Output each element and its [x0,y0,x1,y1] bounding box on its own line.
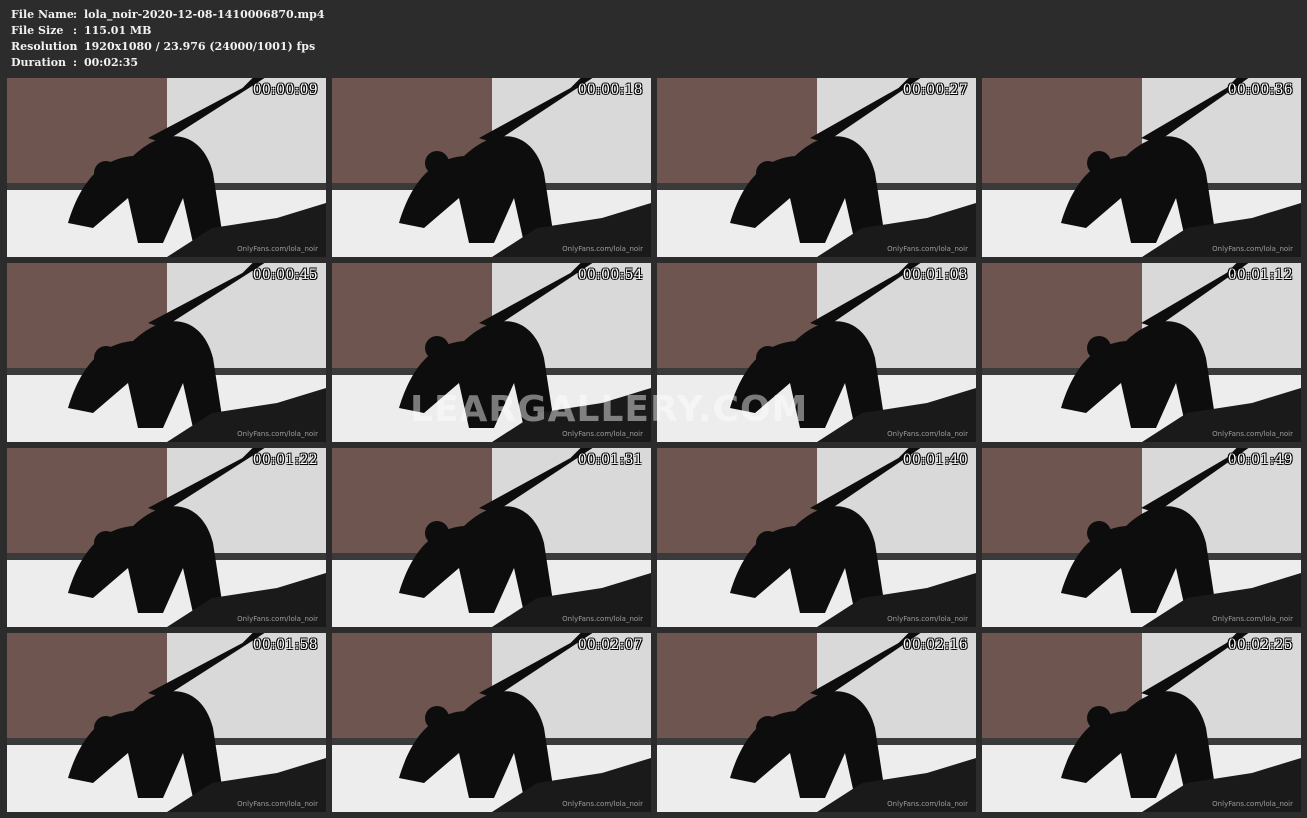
info-value: 00:02:35 [84,56,139,69]
thumbnail-watermark: OnlyFans.com/lola_noir [887,245,968,253]
video-thumbnail: 00:00:45 OnlyFans.com/lola_noir [7,263,326,442]
thumbnail-timestamp: 00:00:36 [1227,82,1293,98]
video-thumbnail: 00:00:27 OnlyFans.com/lola_noir [657,78,976,257]
video-thumbnail: 00:00:36 OnlyFans.com/lola_noir [982,78,1301,257]
info-value: 115.01 MB [84,24,152,37]
video-thumbnail: 00:01:49 OnlyFans.com/lola_noir [982,448,1301,627]
thumbnail-timestamp: 00:00:45 [252,267,318,283]
thumbnail-watermark: OnlyFans.com/lola_noir [562,615,643,623]
thumbnail-watermark: OnlyFans.com/lola_noir [1212,430,1293,438]
video-thumbnail: 00:02:16 OnlyFans.com/lola_noir [657,633,976,812]
thumbnail-timestamp: 00:01:40 [902,452,968,468]
info-key: File Size [11,24,64,37]
frame-image [982,78,1301,257]
frame-image [332,448,651,627]
info-value: lola_noir-2020-12-08-1410006870.mp4 [84,8,325,21]
frame-image [657,448,976,627]
frame-image [657,633,976,812]
video-thumbnail: 00:01:03 OnlyFans.com/lola_noir [657,263,976,442]
thumbnail-timestamp: 00:01:31 [577,452,643,468]
thumbnail-watermark: OnlyFans.com/lola_noir [237,245,318,253]
frame-image [7,633,326,812]
thumbnail-watermark: OnlyFans.com/lola_noir [562,245,643,253]
thumbnail-watermark: OnlyFans.com/lola_noir [237,800,318,808]
thumbnail-timestamp: 00:02:25 [1227,637,1293,653]
info-separator: : [73,40,78,53]
info-key: Resolution [11,40,78,53]
thumbnail-timestamp: 00:00:09 [252,82,318,98]
video-thumbnail: 00:02:07 OnlyFans.com/lola_noir [332,633,651,812]
video-thumbnail: 00:01:22 OnlyFans.com/lola_noir [7,448,326,627]
frame-image [982,263,1301,442]
thumbnail-timestamp: 00:01:12 [1227,267,1293,283]
info-row-duration: Duration : 00:02:35 [11,55,324,71]
info-separator: : [73,8,78,21]
info-row-file-name: File Name : lola_noir-2020-12-08-1410006… [11,7,324,23]
video-thumbnail: 00:01:40 OnlyFans.com/lola_noir [657,448,976,627]
thumbnail-watermark: OnlyFans.com/lola_noir [887,800,968,808]
frame-image [7,263,326,442]
video-thumbnail: 00:00:18 OnlyFans.com/lola_noir [332,78,651,257]
thumbnail-watermark: OnlyFans.com/lola_noir [887,430,968,438]
thumbnail-timestamp: 00:01:03 [902,267,968,283]
video-thumbnail: 00:02:25 OnlyFans.com/lola_noir [982,633,1301,812]
thumbnail-watermark: OnlyFans.com/lola_noir [887,615,968,623]
video-info-panel: File Name : lola_noir-2020-12-08-1410006… [11,7,324,71]
video-thumbnail: 00:01:31 OnlyFans.com/lola_noir [332,448,651,627]
thumbnail-timestamp: 00:02:07 [577,637,643,653]
thumbnail-grid: 00:00:09 OnlyFans.com/lola_noir 00:00:18 On… [7,78,1301,812]
frame-image [332,78,651,257]
thumbnail-timestamp: 00:01:22 [252,452,318,468]
info-key: File Name [11,8,74,21]
thumbnail-watermark: OnlyFans.com/lola_noir [562,800,643,808]
thumbnail-watermark: OnlyFans.com/lola_noir [1212,245,1293,253]
thumbnail-timestamp: 00:00:18 [577,82,643,98]
video-thumbnail: 00:00:09 OnlyFans.com/lola_noir [7,78,326,257]
info-separator: : [73,24,78,37]
thumbnail-timestamp: 00:01:49 [1227,452,1293,468]
contact-sheet: File Name : lola_noir-2020-12-08-1410006… [0,0,1307,818]
thumbnail-watermark: OnlyFans.com/lola_noir [562,430,643,438]
frame-image [982,633,1301,812]
thumbnail-watermark: OnlyFans.com/lola_noir [1212,615,1293,623]
thumbnail-timestamp: 00:00:27 [902,82,968,98]
info-separator: : [73,56,78,69]
frame-image [332,633,651,812]
video-thumbnail: 00:01:58 OnlyFans.com/lola_noir [7,633,326,812]
frame-image [7,448,326,627]
frame-image [657,263,976,442]
video-thumbnail: 00:00:54 OnlyFans.com/lola_noir [332,263,651,442]
info-value: 1920x1080 / 23.976 (24000/1001) fps [84,40,316,53]
info-key: Duration [11,56,67,69]
thumbnail-timestamp: 00:01:58 [252,637,318,653]
frame-image [657,78,976,257]
frame-image [332,263,651,442]
info-row-resolution: Resolution : 1920x1080 / 23.976 (24000/1… [11,39,324,55]
thumbnail-watermark: OnlyFans.com/lola_noir [1212,800,1293,808]
info-row-file-size: File Size : 115.01 MB [11,23,324,39]
frame-image [7,78,326,257]
frame-image [982,448,1301,627]
thumbnail-watermark: OnlyFans.com/lola_noir [237,615,318,623]
thumbnail-timestamp: 00:02:16 [902,637,968,653]
thumbnail-timestamp: 00:00:54 [577,267,643,283]
video-thumbnail: 00:01:12 OnlyFans.com/lola_noir [982,263,1301,442]
thumbnail-watermark: OnlyFans.com/lola_noir [237,430,318,438]
